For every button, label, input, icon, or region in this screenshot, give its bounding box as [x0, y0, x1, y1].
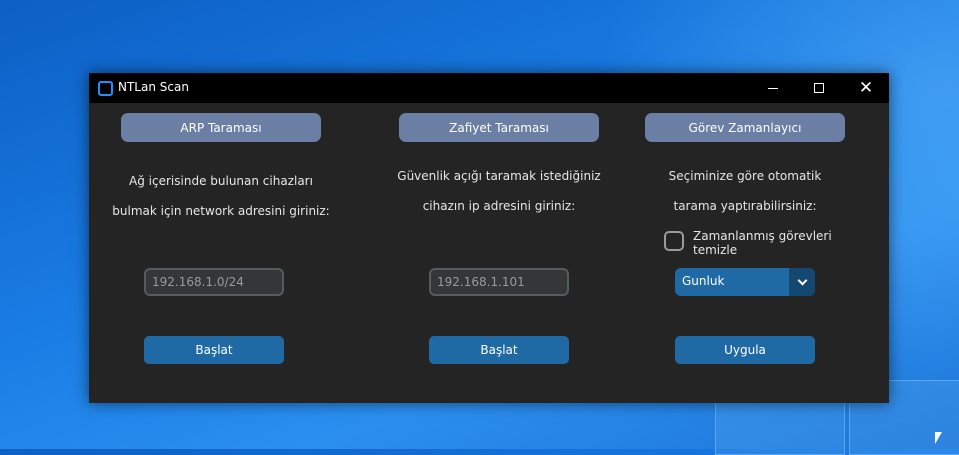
arp-start-button[interactable]: Başlat — [144, 336, 284, 364]
clear-scheduled-tasks-checkbox[interactable] — [664, 231, 684, 251]
arp-scan-header-button[interactable]: ARP Taraması — [121, 113, 321, 142]
vuln-scan-header-button[interactable]: Zafiyet Taraması — [399, 113, 599, 142]
chevron-down-icon — [797, 275, 807, 286]
schedule-frequency-dropdown[interactable]: Gunluk — [675, 268, 815, 296]
dropdown-selected-value: Gunluk — [682, 274, 725, 288]
minimize-button[interactable] — [750, 73, 796, 103]
dropdown-arrow-button[interactable] — [789, 268, 815, 296]
vuln-ip-input[interactable]: 192.168.1.101 — [429, 268, 569, 296]
vuln-description-line2: cihazın ip adresini giriniz: — [422, 199, 576, 213]
app-window: NTLan Scan ✕ ARP Taraması Ağ içerisinde … — [89, 73, 889, 403]
title-bar[interactable]: NTLan Scan ✕ — [89, 73, 889, 103]
arp-network-input[interactable]: 192.168.1.0/24 — [144, 268, 284, 296]
minimize-icon — [768, 87, 778, 89]
apply-button[interactable]: Uygula — [675, 336, 815, 364]
arp-description-line2: bulmak için network adresini giriniz: — [112, 204, 330, 218]
scheduler-header-button[interactable]: Görev Zamanlayıcı — [645, 113, 845, 142]
arp-description-line1: Ağ içerisinde bulunan cihazları — [129, 174, 313, 188]
scheduler-description-line2: tarama yaptırabilirsiniz: — [673, 199, 817, 213]
close-button[interactable]: ✕ — [843, 73, 889, 103]
maximize-button[interactable] — [796, 73, 842, 103]
mouse-cursor-icon — [935, 432, 942, 444]
app-icon — [98, 81, 113, 96]
close-icon: ✕ — [858, 77, 874, 98]
vuln-description-line1: Güvenlik açığı taramak istediğiniz — [397, 169, 601, 183]
window-title: NTLan Scan — [118, 80, 189, 94]
clear-scheduled-tasks-label[interactable]: Zamanlanmış görevleri temizle — [693, 229, 843, 257]
scheduler-description-line1: Seçiminize göre otomatik — [668, 169, 822, 183]
vuln-start-button[interactable]: Başlat — [429, 336, 569, 364]
maximize-icon — [814, 83, 824, 93]
